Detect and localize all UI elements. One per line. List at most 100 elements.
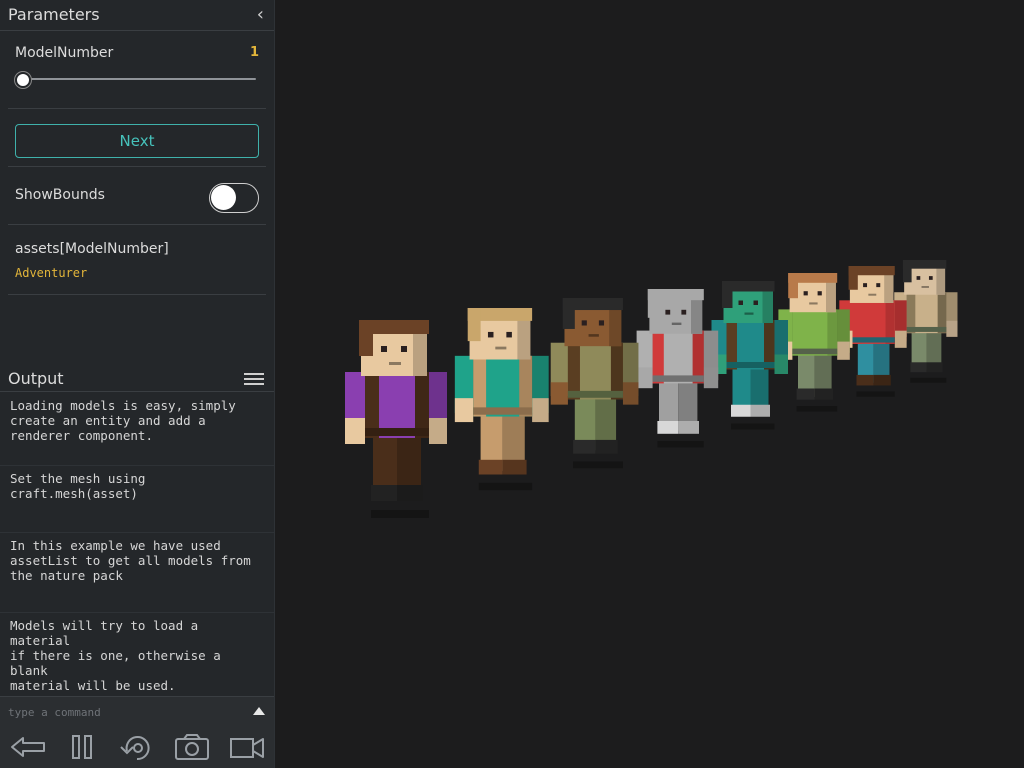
pause-icon[interactable] — [62, 731, 102, 763]
belt — [726, 362, 775, 368]
scene-canvas — [345, 260, 958, 518]
eye — [803, 291, 808, 296]
left-hand — [454, 398, 474, 423]
slider-thumb[interactable] — [15, 72, 31, 88]
belt — [792, 348, 838, 355]
belt — [652, 375, 704, 382]
left-shoe — [478, 459, 503, 475]
slider-track[interactable] — [20, 78, 256, 80]
camera-icon[interactable] — [172, 731, 212, 763]
collapse-chevron-icon[interactable]: ‹ — [257, 0, 264, 30]
parameters-title: Parameters — [8, 5, 100, 24]
toolbar — [0, 725, 274, 768]
left-shoe — [910, 362, 927, 373]
eye — [506, 331, 512, 338]
left-shoe — [657, 421, 679, 434]
ground-shadow — [657, 441, 704, 448]
right-hand — [946, 320, 958, 337]
slider-value: 1 — [249, 45, 259, 60]
model-number-slider-row: ModelNumber 1 — [8, 31, 266, 109]
show-bounds-toggle[interactable] — [209, 183, 259, 213]
hair-side — [848, 266, 858, 290]
hair-side — [902, 260, 912, 283]
eye — [928, 276, 933, 280]
eye — [487, 331, 494, 338]
left-shoe — [371, 485, 397, 501]
belt — [906, 326, 947, 332]
sidebar: Parameters ‹ ModelNumber 1 Next ShowBoun… — [0, 0, 275, 768]
video-camera-icon[interactable] — [227, 731, 267, 763]
next-button[interactable]: Next — [15, 124, 259, 158]
mouth — [588, 334, 599, 337]
right-hand — [837, 341, 850, 360]
eye — [401, 346, 407, 352]
eye — [581, 320, 587, 326]
mouth — [921, 286, 929, 288]
mouth — [744, 312, 754, 315]
hair-side — [562, 298, 575, 329]
left-hand — [636, 367, 653, 389]
output-title: Output — [8, 369, 64, 388]
left-hand — [550, 382, 568, 405]
output-log[interactable]: Loading models is easy, simply create an… — [0, 393, 274, 696]
eye — [753, 300, 758, 305]
hair-side — [647, 289, 659, 318]
eye — [738, 300, 743, 305]
asset-value: Adventurer — [15, 266, 88, 280]
command-input[interactable] — [6, 701, 240, 723]
character-model — [636, 289, 719, 448]
restart-icon[interactable] — [117, 731, 157, 763]
right-hand — [703, 367, 719, 389]
mouth — [495, 346, 507, 350]
hair-side — [722, 281, 733, 308]
log-entry: Models will try to load a material if th… — [10, 618, 221, 693]
next-button-row: Next — [8, 109, 266, 167]
parameters-header: Parameters ‹ — [0, 0, 274, 31]
log-entry: Set the mesh using craft.mesh(asset) — [0, 466, 274, 533]
belt — [852, 337, 895, 343]
character-model — [778, 273, 850, 412]
eye — [598, 320, 605, 326]
left-shoe — [731, 404, 751, 417]
mouth — [671, 322, 682, 325]
ground-shadow — [910, 377, 947, 383]
right-shoe — [502, 459, 527, 475]
belt — [473, 407, 533, 415]
eye — [681, 309, 687, 315]
right-hand — [774, 354, 788, 374]
3d-viewport[interactable] — [275, 0, 1024, 768]
left-shoe — [796, 388, 815, 400]
left-shoe — [856, 374, 874, 386]
eye — [817, 291, 822, 296]
toggle-label: ShowBounds — [15, 187, 105, 203]
ground-shadow — [856, 391, 895, 397]
output-header: Output — [0, 365, 274, 392]
mouth — [868, 293, 877, 296]
back-arrow-icon[interactable] — [8, 731, 48, 763]
character-model — [711, 281, 788, 430]
left-shoe — [573, 439, 596, 454]
right-shoe — [595, 439, 618, 454]
character-model — [550, 298, 639, 469]
menu-icon[interactable] — [244, 373, 264, 385]
character-model — [454, 308, 549, 491]
belt — [365, 428, 429, 436]
log-entry: In this example we have used assetList t… — [0, 533, 274, 613]
right-hand — [429, 418, 447, 444]
right-shoe — [873, 374, 891, 386]
history-up-icon[interactable] — [253, 707, 265, 715]
slider-label: ModelNumber — [15, 45, 114, 61]
right-hand — [622, 382, 639, 405]
eye — [381, 346, 387, 352]
belt — [567, 390, 623, 398]
toggle-knob — [211, 185, 236, 210]
eye — [876, 283, 881, 288]
right-hand — [532, 398, 549, 423]
ground-shadow — [731, 423, 775, 430]
asset-text-row: assets[ModelNumber] Adventurer — [8, 225, 266, 295]
mouth — [389, 362, 401, 365]
ground-shadow — [796, 406, 838, 412]
command-bar — [0, 696, 274, 725]
right-shoe — [750, 404, 770, 417]
hair-side — [788, 273, 798, 299]
